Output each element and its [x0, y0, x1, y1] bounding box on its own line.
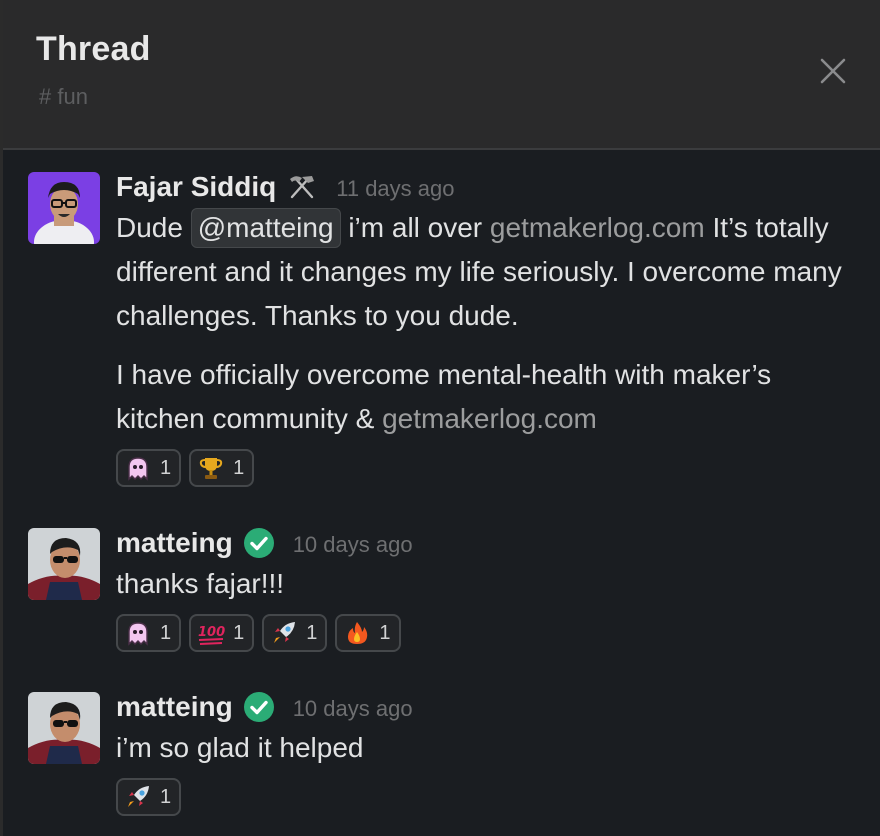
author-name[interactable]: matteing — [116, 527, 233, 559]
timestamp[interactable]: 10 days ago — [293, 696, 413, 722]
timestamp[interactable]: 10 days ago — [293, 532, 413, 558]
hundred-points-icon: 100 — [197, 619, 225, 647]
reaction-rocket[interactable]: 1 — [262, 614, 328, 652]
message-item: matteing 10 days ago thanks fajar!!! 1 1… — [3, 524, 880, 688]
reaction-bar: 1 1 — [116, 449, 850, 487]
message-item: matteing 10 days ago i’m so glad it help… — [3, 688, 880, 828]
reaction-count: 1 — [233, 456, 245, 479]
verified-check-icon — [243, 527, 275, 559]
message-item: Fajar Siddiq 11 days ago Dude @matteing … — [3, 168, 880, 502]
message-body: i’m so glad it helped — [116, 726, 850, 770]
rocket-icon — [124, 783, 152, 811]
author-name[interactable]: matteing — [116, 691, 233, 723]
thread-title: Thread — [36, 30, 151, 68]
reaction-count: 1 — [233, 621, 245, 644]
reaction-rocket[interactable]: 1 — [116, 778, 182, 816]
author-name[interactable]: Fajar Siddiq — [116, 171, 276, 203]
reaction-hundred-points[interactable]: 100 1 — [189, 614, 255, 652]
svg-text:100: 100 — [198, 625, 225, 640]
message-text: i’m all over — [340, 212, 490, 243]
fire-icon — [343, 619, 371, 647]
user-mention[interactable]: @matteing — [190, 208, 341, 248]
close-button[interactable] — [816, 54, 850, 88]
message-list: Fajar Siddiq 11 days ago Dude @matteing … — [3, 150, 880, 828]
reaction-count: 1 — [160, 456, 172, 479]
hammer-pick-icon — [286, 173, 318, 201]
reaction-count: 1 — [306, 621, 318, 644]
ghost-icon — [124, 454, 152, 482]
message-body: thanks fajar!!! — [116, 562, 850, 606]
reaction-ghost[interactable]: 1 — [116, 449, 182, 487]
reaction-count: 1 — [379, 621, 391, 644]
verified-check-icon — [243, 691, 275, 723]
avatar[interactable] — [28, 528, 100, 600]
message-link[interactable]: getmakerlog.com — [382, 403, 597, 434]
reaction-trophy[interactable]: 1 — [189, 449, 255, 487]
reaction-fire[interactable]: 1 — [335, 614, 401, 652]
avatar[interactable] — [28, 692, 100, 764]
channel-link[interactable]: # fun — [39, 84, 88, 110]
reaction-ghost[interactable]: 1 — [116, 614, 182, 652]
message-text: i’m so glad it helped — [116, 732, 364, 763]
thread-panel: Thread # fun Fajar Siddiq 11 days ago Du… — [0, 0, 880, 836]
rocket-icon — [270, 619, 298, 647]
message-text: Dude — [116, 212, 191, 243]
ghost-icon — [124, 619, 152, 647]
reaction-bar: 1 — [116, 778, 850, 816]
reaction-bar: 1 100 1 1 1 — [116, 614, 850, 652]
avatar[interactable] — [28, 172, 100, 244]
reaction-count: 1 — [160, 785, 172, 808]
timestamp[interactable]: 11 days ago — [336, 176, 454, 202]
thread-header: Thread # fun — [3, 0, 880, 150]
message-link[interactable]: getmakerlog.com — [490, 212, 705, 243]
trophy-icon — [197, 454, 225, 482]
message-text: thanks fajar!!! — [116, 568, 285, 599]
close-icon — [820, 58, 846, 84]
message-body: Dude @matteing i’m all over getmakerlog.… — [116, 206, 850, 441]
reaction-count: 1 — [160, 621, 172, 644]
